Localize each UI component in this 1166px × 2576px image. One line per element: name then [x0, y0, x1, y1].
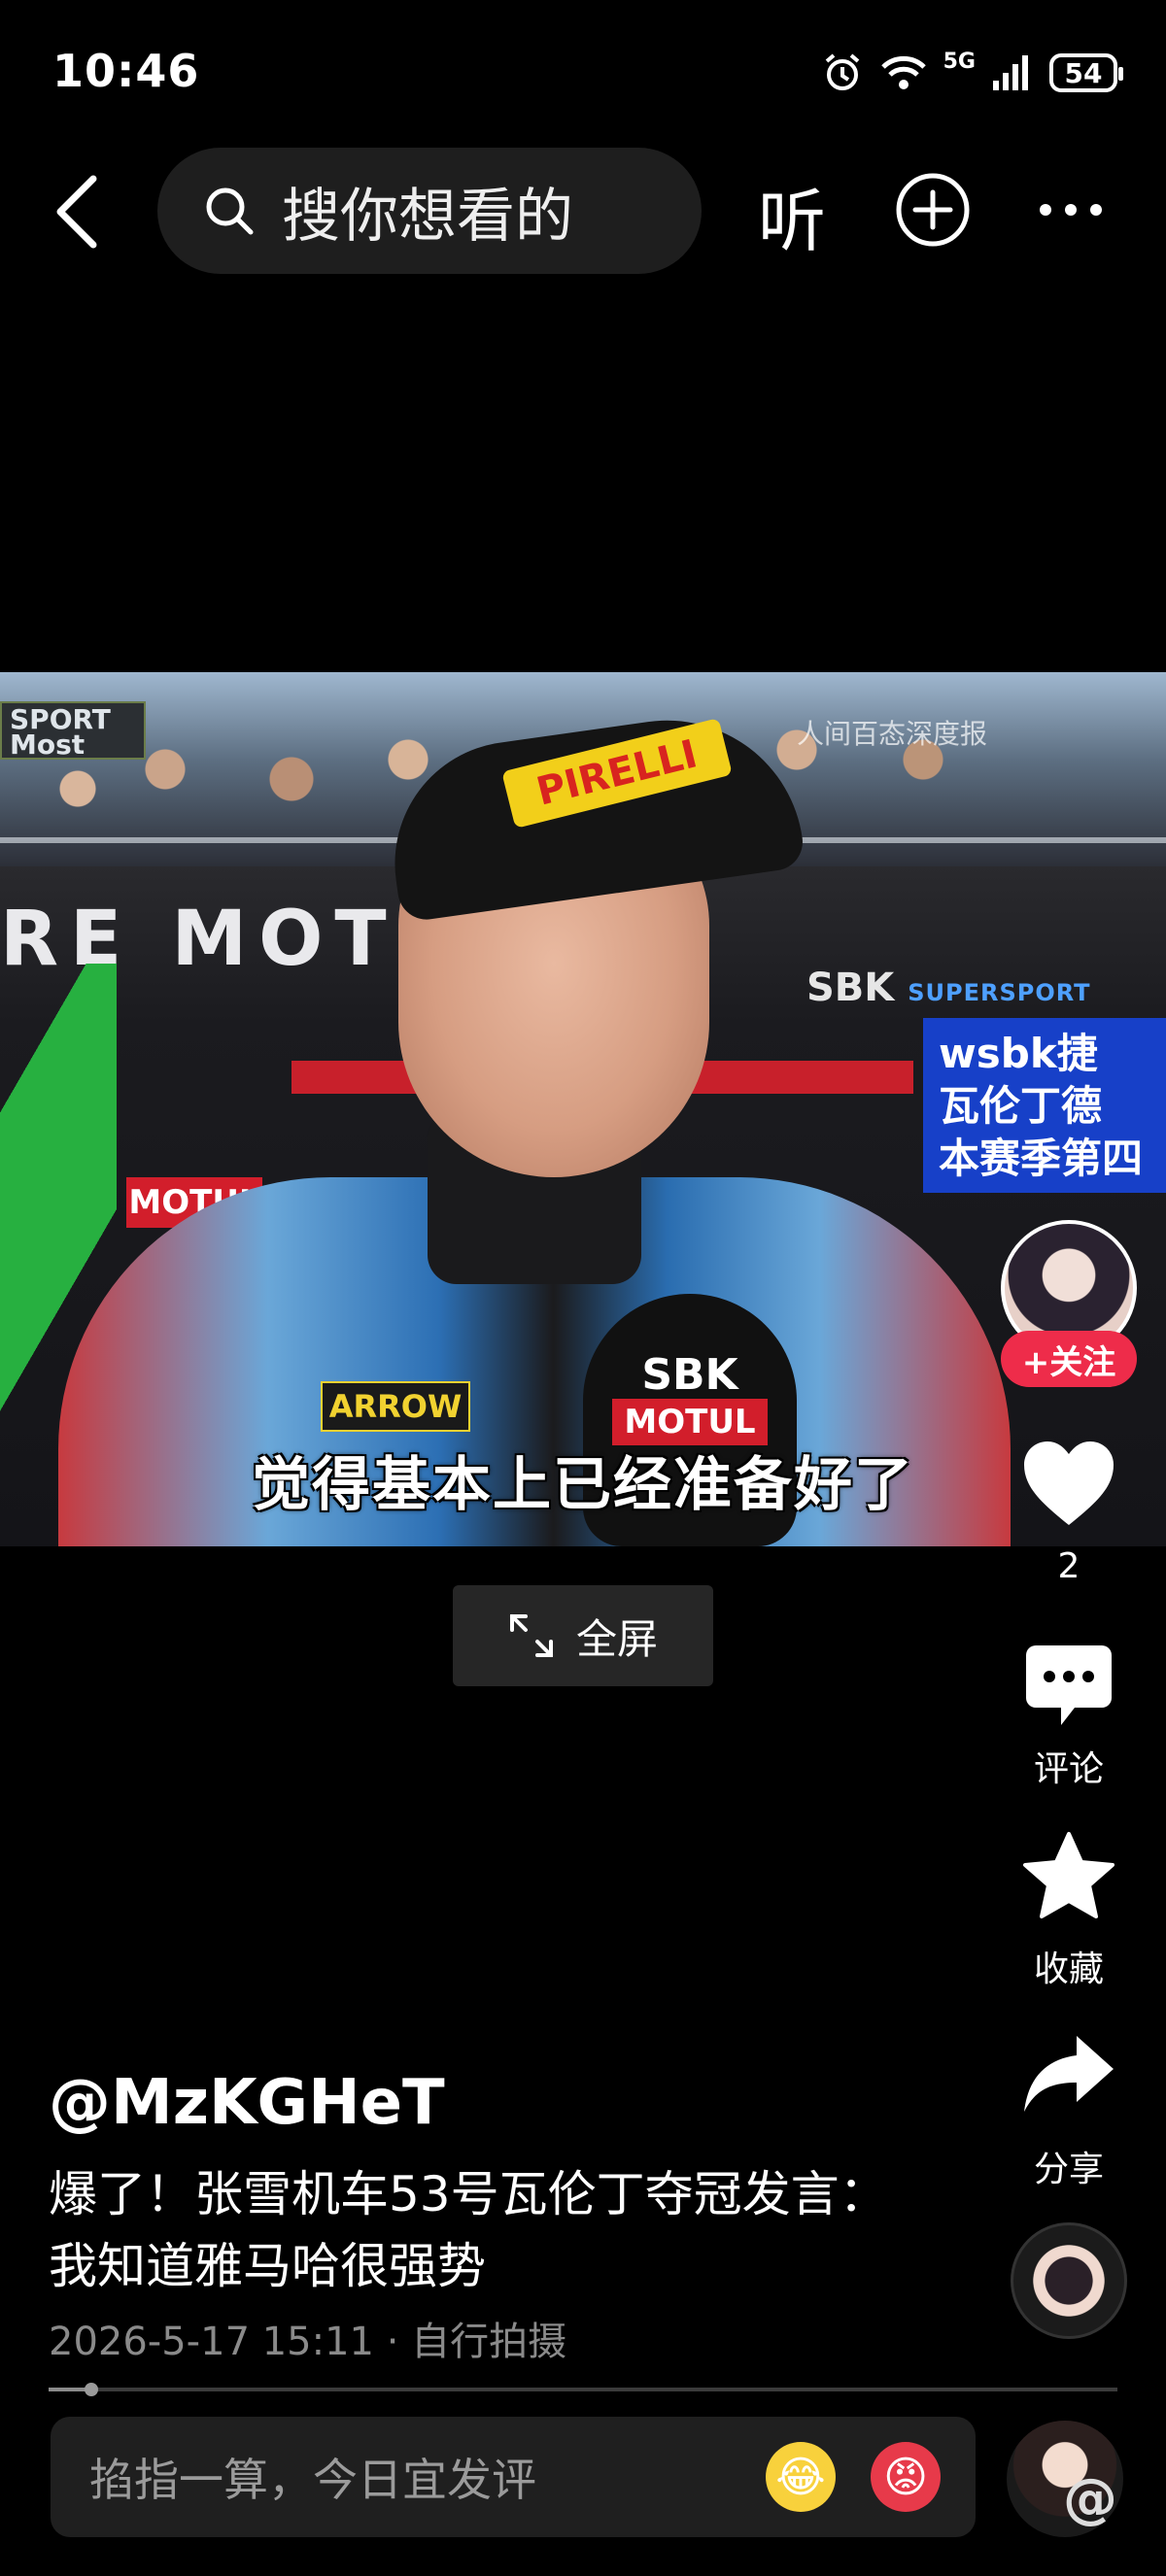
status-icons: 5G 54: [821, 49, 1123, 97]
mention-icon[interactable]: @: [1063, 2467, 1117, 2530]
comment-icon: [1026, 1645, 1112, 1725]
progress-track[interactable]: [49, 2388, 1117, 2391]
fullscreen-label: 全屏: [575, 1614, 658, 1663]
favorite-button[interactable]: [1020, 1830, 1117, 1923]
comment-placeholder: 掐指一算，今日宜发评: [89, 2454, 536, 2506]
sbk-subtext: SUPERSPORT: [908, 979, 1091, 1006]
status-time: 10:46: [52, 45, 200, 97]
search-icon: [206, 187, 254, 235]
battery-indicator: 54: [1049, 53, 1123, 92]
star-icon: [1023, 1832, 1115, 1918]
emoji-cry-icon[interactable]: 😂: [766, 2442, 836, 2512]
alarm-icon: [825, 53, 859, 90]
like-count: 2: [1057, 1546, 1080, 1586]
author-name[interactable]: @MzKGHeT: [49, 2067, 445, 2139]
add-circle-icon: [896, 173, 970, 247]
video-sign-sport: SPORT Most: [0, 701, 146, 760]
video-subtitle: 觉得基本上已经准备好了: [252, 1451, 914, 1519]
video-datetime: 2026-5-17 15:11: [49, 2320, 374, 2364]
network-label: 5G: [943, 49, 976, 74]
search-input[interactable]: 搜你想看的: [157, 148, 702, 274]
fullscreen-icon: [509, 1614, 553, 1657]
comment-label: 评论: [1033, 1749, 1104, 1789]
listen-button[interactable]: 听: [758, 167, 826, 265]
progress-knob[interactable]: [85, 2383, 98, 2396]
suit-patch-arrow: ARROW: [321, 1381, 470, 1432]
video-watermark: 人间百态深度报: [797, 718, 988, 750]
back-icon: [56, 175, 97, 249]
video-news-overlay: wsbk捷 瓦伦丁德 本赛季第四: [923, 1018, 1166, 1193]
favorite-label: 收藏: [1033, 1949, 1104, 1989]
battery-level: 54: [1064, 56, 1103, 89]
meta-separator: ·: [386, 2320, 412, 2364]
back-button[interactable]: [51, 173, 109, 251]
share-label: 分享: [1033, 2150, 1104, 2189]
search-placeholder: 搜你想看的: [282, 182, 573, 251]
more-button[interactable]: [1038, 190, 1104, 229]
video-sign-sbk: SBK SUPERSPORT: [806, 966, 1091, 1010]
video-player[interactable]: SPORT Most 人间百态深度报 RE MOTO RT SBK SUPERS…: [0, 672, 1166, 1546]
comment-input[interactable]: 掐指一算，今日宜发评 😂 😡: [51, 2417, 976, 2537]
wifi-icon: [880, 55, 926, 89]
share-button[interactable]: [1020, 2032, 1117, 2118]
emoji-angry-icon[interactable]: 😡: [871, 2442, 941, 2512]
mic-sbk: SBK: [641, 1350, 738, 1400]
share-icon: [1024, 2036, 1114, 2112]
comment-button[interactable]: [1022, 1642, 1115, 1729]
video-title[interactable]: 爆了！张雪机车53号瓦伦丁夺冠发言：我知道雅马哈很强势: [49, 2158, 923, 2302]
music-disc[interactable]: [1011, 2222, 1127, 2339]
video-source: 自行拍摄: [411, 2320, 567, 2364]
more-icon: [1040, 204, 1102, 216]
video-meta: 2026-5-17 15:11 · 自行拍摄: [49, 2310, 566, 2366]
sbk-text: SBK: [806, 966, 895, 1010]
heart-icon: [1024, 1441, 1114, 1525]
fullscreen-button[interactable]: 全屏: [453, 1585, 713, 1686]
signal-icon: [993, 55, 1028, 90]
add-button[interactable]: [894, 171, 972, 249]
microphone-label: SBK MOTUL: [612, 1352, 768, 1445]
like-button[interactable]: [1020, 1438, 1117, 1531]
follow-button[interactable]: +关注: [1001, 1331, 1137, 1387]
